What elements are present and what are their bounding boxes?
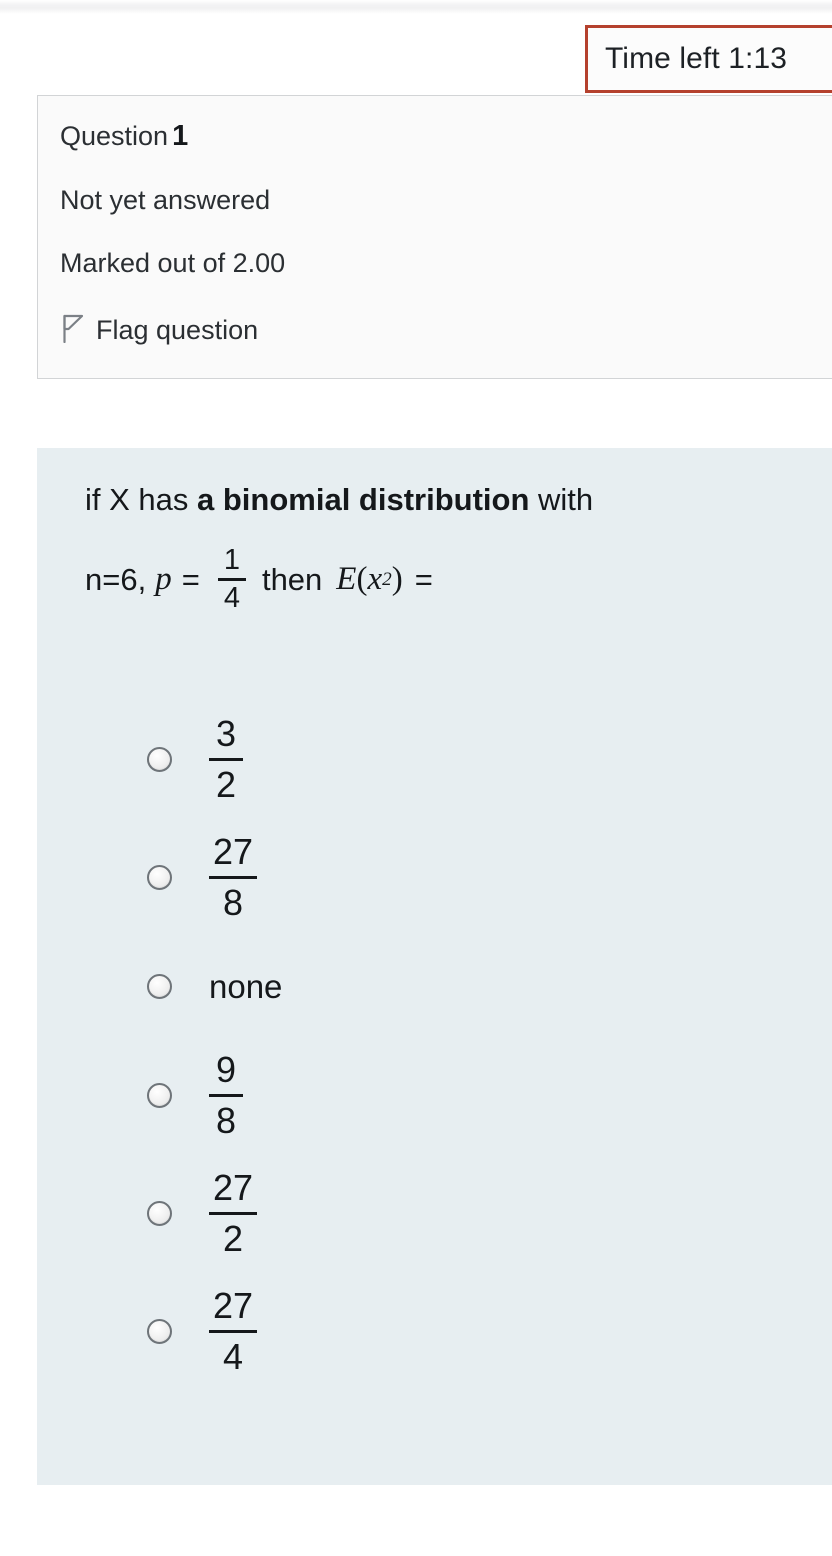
given-n: n=6, (85, 562, 147, 597)
then-word: then (261, 562, 323, 597)
exponent-two: 2 (382, 568, 392, 590)
flag-question-button[interactable]: Flag question (60, 313, 832, 348)
time-left-label: Time left 1:13 (605, 42, 788, 75)
flag-question-label: Flag question (96, 315, 259, 345)
answer-5-numerator: 27 (213, 1166, 254, 1208)
equals-sign-1: = (181, 562, 200, 597)
answer-fraction-4: 9 8 (209, 1050, 243, 1141)
probability-denominator: 4 (223, 582, 240, 614)
fraction-bar (209, 1211, 258, 1215)
answer-1-denominator: 2 (215, 763, 237, 805)
radio-button-option-5[interactable] (147, 1200, 172, 1226)
answer-4-numerator: 9 (215, 1048, 237, 1090)
fraction-bar (209, 1093, 243, 1097)
answer-3-text: none (209, 967, 283, 1005)
stem-bold-phrase: a binomial distribution (197, 482, 530, 517)
stem-prefix: if X has (85, 482, 197, 517)
question-stem-line-1: if X has a binomial distribution with (85, 484, 805, 515)
answer-option-6[interactable]: 27 4 (37, 1272, 832, 1390)
answer-option-3[interactable]: none (37, 936, 832, 1036)
probability-numerator: 1 (223, 544, 240, 576)
expectation-operator: E (336, 561, 357, 597)
answer-fraction-1: 3 2 (209, 714, 243, 805)
fraction-bar (209, 1329, 258, 1333)
probability-fraction: 1 4 (217, 544, 246, 614)
answer-panel: if X has a binomial distribution with n=… (37, 448, 832, 1485)
radio-button-option-6[interactable] (147, 1318, 172, 1344)
answer-option-4[interactable]: 9 8 (37, 1036, 832, 1154)
question-info-box: Question 1 Not yet answered Marked out of… (37, 95, 832, 379)
question-stem-line-2: n=6, p = 1 4 then E ( x 2 ) = (85, 545, 805, 614)
answer-1-numerator: 3 (215, 712, 237, 754)
stem-suffix: with (529, 482, 594, 517)
variable-p: p (155, 561, 172, 597)
fraction-bar (209, 757, 243, 761)
radio-button-option-3[interactable] (147, 973, 172, 999)
question-stem: if X has a binomial distribution with n=… (85, 484, 805, 614)
answer-option-1-content: 3 2 (209, 714, 243, 805)
equals-sign-2: = (414, 562, 433, 597)
answer-option-4-content: 9 8 (209, 1050, 243, 1141)
answer-option-3-content: none (209, 970, 282, 1003)
answer-option-5-content: 27 2 (209, 1166, 258, 1259)
answer-fraction-5: 27 2 (209, 1166, 258, 1259)
question-number-line: Question 1 (60, 122, 832, 151)
radio-button-option-2[interactable] (147, 864, 172, 890)
top-browser-strip (0, 0, 832, 14)
answer-2-denominator: 8 (223, 881, 244, 923)
answer-option-6-content: 27 4 (209, 1284, 258, 1377)
variable-x: x (367, 561, 383, 597)
paren-open: ( (356, 561, 368, 597)
time-left-box: Time left 1:13 (585, 25, 832, 93)
question-number: 1 (172, 120, 189, 152)
answer-6-denominator: 4 (223, 1335, 244, 1377)
question-status: Not yet answered (60, 185, 271, 215)
answer-option-2-content: 27 8 (209, 830, 258, 923)
answer-2-numerator: 27 (213, 830, 254, 872)
answer-fraction-2: 27 8 (209, 830, 258, 923)
answer-option-5[interactable]: 27 2 (37, 1154, 832, 1272)
fraction-bar (209, 875, 258, 879)
question-label: Question (60, 121, 169, 151)
answer-option-2[interactable]: 27 8 (37, 818, 832, 936)
paren-close: ) (391, 561, 403, 597)
answer-option-1[interactable]: 3 2 (37, 700, 832, 818)
radio-button-option-1[interactable] (147, 746, 172, 772)
flag-icon (60, 313, 86, 348)
question-marks: Marked out of 2.00 (60, 248, 286, 278)
answer-fraction-6: 27 4 (209, 1284, 258, 1377)
answer-5-denominator: 2 (223, 1217, 244, 1259)
fraction-bar (217, 578, 246, 581)
answer-6-numerator: 27 (213, 1284, 254, 1326)
radio-button-option-4[interactable] (147, 1082, 172, 1108)
answer-options-list: 3 2 27 8 none 9 8 27 2 27 4 (37, 700, 832, 1390)
answer-4-denominator: 8 (215, 1099, 237, 1141)
